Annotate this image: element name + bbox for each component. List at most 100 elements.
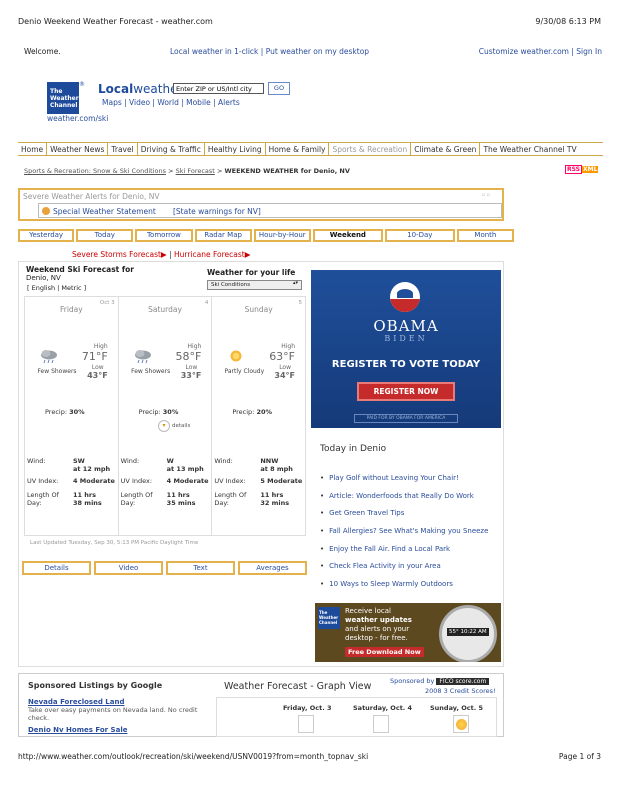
partly-cloudy-icon — [226, 349, 246, 364]
nav-weather-news[interactable]: Weather News — [47, 143, 109, 155]
local-weather-title-bold: Local — [98, 82, 134, 96]
tab-weekend[interactable]: Weekend — [312, 229, 383, 242]
special-weather-statement-label: Special Weather Statement — [53, 207, 156, 216]
sponsored-by[interactable]: Sponsored by FICO score.com — [390, 677, 490, 685]
tab-month[interactable]: Month — [456, 229, 514, 242]
local-weather-links[interactable]: Local weather in 1-click | Put weather o… — [170, 47, 369, 56]
tab-today[interactable]: Today — [76, 229, 134, 242]
hurricane-forecast-link[interactable]: Hurricane Forecast — [174, 250, 245, 259]
local-weather-sublinks[interactable]: Maps | Video | World | Mobile | Alerts — [102, 98, 240, 107]
credit-scores-link[interactable]: 2008 3 Credit Scores! — [425, 687, 496, 695]
uv-label: UV Index: — [214, 477, 246, 485]
tab-radar-map[interactable]: Radar Map — [194, 229, 252, 242]
nav-climate-green[interactable]: Climate & Green — [411, 143, 481, 155]
nav-sports-recreation[interactable]: Sports & Recreation — [329, 143, 412, 155]
rss-xml-badge[interactable]: RSS XML — [565, 165, 599, 174]
graph-partly-cloudy-icon — [453, 715, 469, 733]
ad-paid-for: PAID FOR BY OBAMA FOR AMERICA — [354, 414, 458, 423]
sponsored-link-foreclosed-land[interactable]: Nevada Foreclosed Land — [28, 698, 124, 706]
alerts-toggle-icons[interactable]: ▫ ▫ — [482, 192, 490, 198]
bottom-tab-details[interactable]: Details — [22, 561, 91, 575]
high-temp: 71°F — [81, 350, 108, 363]
customize-signin-links[interactable]: Customize weather.com | Sign In — [479, 47, 602, 56]
site-url-link[interactable]: weather.com/ski — [47, 114, 108, 123]
print-url: http://www.weather.com/outlook/recreatio… — [18, 752, 369, 761]
high-label: High — [187, 343, 202, 350]
bottom-tab-video[interactable]: Video — [94, 561, 163, 575]
precip-value: 20% — [256, 408, 273, 416]
day-column-saturday: 4 Saturday High 58°F Few Showers Low 33°F Preci… — [119, 297, 213, 535]
high-label: High — [281, 343, 296, 350]
sponsored-link-homes-for-sale[interactable]: Denio Nv Homes For Sale — [28, 726, 127, 734]
nav-travel[interactable]: Travel — [108, 143, 138, 155]
wind-direction: W — [166, 457, 174, 465]
weather-for-your-life-title: Weather for your life — [207, 268, 296, 277]
last-updated: Last Updated Tuesday, Sep 30, 5:13 PM Pa… — [30, 540, 199, 546]
weather-channel-logo[interactable]: The Weather Channel — [47, 82, 79, 114]
today-link[interactable]: Enjoy the Fall Air. Find a Local Park — [320, 545, 488, 563]
go-button[interactable]: GO — [268, 82, 290, 95]
precip: Precip: 30% — [139, 408, 179, 416]
zip-search-input[interactable] — [173, 83, 264, 94]
obama-logo — [390, 282, 420, 312]
graph-day-sunday: Sunday, Oct. 5 — [430, 704, 483, 712]
day-length-mins: 32 mins — [260, 499, 290, 507]
precip-label: Precip: — [232, 408, 255, 416]
severe-storms-link[interactable]: Severe Storms Forecast — [72, 250, 161, 259]
breadcrumb-sep-1: > — [168, 167, 174, 175]
tab-yesterday[interactable]: Yesterday — [18, 229, 75, 242]
tab-hour-by-hour[interactable]: Hour-by-Hour — [253, 229, 311, 242]
units-toggle[interactable]: [ English | Metric ] — [27, 284, 86, 292]
nav-home-family[interactable]: Home & Family — [266, 143, 330, 155]
low-label: Low — [279, 364, 292, 371]
rss-label: RSS — [565, 165, 582, 174]
precip-label: Precip: — [45, 408, 68, 416]
low-temp: 43°F — [87, 371, 108, 380]
today-link[interactable]: Check Flea Activity in your Area — [320, 562, 488, 580]
ad-headline: REGISTER TO VOTE TODAY — [331, 359, 481, 370]
free-download-button[interactable]: Free Download Now — [345, 647, 424, 657]
tab-tomorrow[interactable]: Tomorrow — [135, 229, 193, 242]
day-length-label: Length Of — [214, 491, 247, 499]
desktop-app-ad[interactable]: The Weather Channel Receive local weathe… — [315, 603, 501, 662]
nav-driving-traffic[interactable]: Driving & Traffic — [138, 143, 205, 155]
day-name: Friday — [59, 305, 83, 314]
high-label: High — [93, 343, 108, 350]
wind-speed: at 8 mph — [260, 465, 293, 473]
today-link[interactable]: Article: Wonderfoods that Really Do Work — [320, 492, 488, 510]
print-title: Denio Weekend Weather Forecast - weather… — [18, 17, 213, 26]
nav-healthy-living[interactable]: Healthy Living — [205, 143, 266, 155]
wind-label: Wind: — [120, 457, 140, 465]
nav-the-weather-channel-tv[interactable]: The Weather Channel TV — [480, 143, 579, 155]
severe-alerts-title: Severe Weather Alerts for Denio, NV — [23, 192, 160, 201]
print-datetime: 9/30/08 6:13 PM — [535, 17, 601, 26]
today-link[interactable]: Play Golf without Leaving Your Chair! — [320, 474, 488, 492]
graph-showers-icon — [298, 715, 314, 733]
uv-value: 4 Moderate — [166, 477, 209, 485]
storm-links-sep: | — [166, 250, 174, 259]
day-length-label: Length Of — [27, 491, 59, 499]
today-link[interactable]: 10 Ways to Sleep Warmly Outdoors — [320, 580, 488, 598]
wind-label: Wind: — [27, 457, 46, 465]
register-now-button[interactable]: REGISTER NOW — [357, 382, 455, 401]
today-link[interactable]: Get Green Travel Tips — [320, 509, 488, 527]
life-activity-select[interactable]: Ski Conditions — [207, 280, 302, 290]
local-weather-title: Localweather — [98, 82, 182, 96]
bottom-tab-text[interactable]: Text — [166, 561, 235, 575]
today-link[interactable]: Fall Allergies? See What's Making you Sn… — [320, 527, 488, 545]
details-link[interactable]: ▾ details — [158, 420, 190, 432]
breadcrumb-sports[interactable]: Sports & Recreation: Snow & Ski Conditio… — [24, 167, 166, 175]
breadcrumb-ski-forecast[interactable]: Ski Forecast — [176, 167, 215, 175]
graph-day-saturday: Saturday, Oct. 4 — [353, 704, 413, 712]
ad-text-line: weather updates — [345, 616, 412, 624]
bottom-tab-averages[interactable]: Averages — [238, 561, 307, 575]
today-links-list: Play Golf without Leaving Your Chair!Art… — [320, 474, 488, 598]
uv-label: UV Index: — [120, 477, 153, 485]
special-weather-statement-link[interactable]: Special Weather Statement — [42, 207, 156, 216]
state-warnings-link[interactable]: [State warnings for NV] — [173, 207, 261, 216]
obama-ad-banner[interactable]: OBAMA BIDEN REGISTER TO VOTE TODAY REGIS… — [311, 270, 501, 428]
nav-home[interactable]: Home — [18, 143, 48, 155]
tab-10-day[interactable]: 10-Day — [384, 229, 455, 242]
day-column-sunday: 5 Sunday High 63°F Partly Cloudy Low 34°F Preci… — [212, 297, 305, 535]
precip-label: Precip: — [138, 408, 161, 416]
